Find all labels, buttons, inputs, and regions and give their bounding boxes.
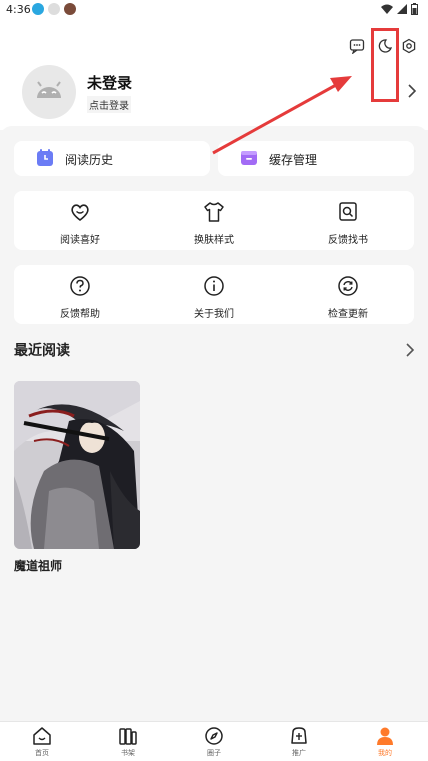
refresh-icon: [338, 276, 358, 296]
reading-preference-button[interactable]: 阅读喜好: [14, 201, 146, 246]
heart-smile-icon: [71, 204, 89, 222]
chevron-right-icon[interactable]: [405, 82, 419, 100]
tab-bookshelf[interactable]: 书架: [98, 726, 158, 758]
about-us-label: 关于我们: [194, 309, 234, 320]
book-cover-illustration: [14, 381, 140, 549]
annotation-highlight-box: [371, 28, 399, 102]
check-update-label: 检查更新: [328, 309, 368, 320]
skin-style-button[interactable]: 换肤样式: [148, 201, 280, 246]
robot-avatar-icon: [37, 81, 61, 98]
search-book-icon: [339, 202, 357, 221]
tab-circle-label: 圈子: [207, 749, 221, 757]
login-link[interactable]: 点击登录: [87, 96, 131, 113]
compass-icon: [205, 727, 223, 745]
check-update-button[interactable]: 检查更新: [282, 275, 414, 320]
feedback-help-label: 反馈帮助: [60, 309, 100, 320]
book-title[interactable]: 魔道祖师: [14, 557, 62, 574]
help-icon: [70, 276, 90, 296]
message-icon[interactable]: [349, 38, 365, 54]
status-bar: 4:36: [0, 0, 428, 20]
notification-shield-icon: [48, 3, 60, 15]
feedback-find-book-button[interactable]: 反馈找书: [282, 201, 414, 246]
info-icon: [204, 276, 224, 296]
settings-icon[interactable]: [401, 38, 417, 54]
signal-icon: [397, 4, 407, 14]
tab-promo-label: 推广: [292, 749, 306, 757]
tab-home[interactable]: 首页: [12, 726, 72, 758]
tab-circle[interactable]: 圈子: [184, 726, 244, 758]
book-cover[interactable]: [14, 381, 140, 549]
reading-history-button[interactable]: 阅读历史: [14, 141, 210, 176]
avatar[interactable]: [22, 65, 76, 119]
tab-promo[interactable]: 推广: [269, 726, 329, 758]
tab-home-label: 首页: [35, 749, 49, 757]
notification-icons: [32, 3, 76, 15]
preferences-card: 阅读喜好 换肤样式 反馈找书: [14, 191, 414, 250]
reading-preference-label: 阅读喜好: [60, 235, 100, 246]
cache-management-button[interactable]: 缓存管理: [218, 141, 414, 176]
help-card: 反馈帮助 关于我们 检查更新: [14, 265, 414, 324]
bookshelf-icon: [119, 728, 137, 745]
promo-icon: [291, 727, 307, 744]
notification-avatar-icon: [64, 3, 76, 15]
status-time: 4:36: [6, 3, 31, 16]
skin-style-label: 换肤样式: [194, 235, 234, 246]
about-us-button[interactable]: 关于我们: [148, 275, 280, 320]
shirt-icon: [204, 202, 224, 222]
tab-bookshelf-label: 书架: [121, 749, 135, 757]
home-icon: [33, 727, 51, 745]
cache-management-label: 缓存管理: [269, 153, 318, 167]
status-right: [381, 3, 418, 15]
notification-app-icon: [32, 3, 44, 15]
battery-icon: [411, 3, 418, 15]
wifi-icon: [381, 4, 393, 14]
reading-history-label: 阅读历史: [65, 153, 114, 167]
feedback-help-button[interactable]: 反馈帮助: [14, 275, 146, 320]
recent-reading-title: 最近阅读: [14, 343, 70, 359]
chevron-right-icon[interactable]: [404, 342, 416, 358]
username[interactable]: 未登录: [87, 72, 132, 93]
bottom-tab-bar: 首页 书架 圈子 推广 我的: [0, 721, 428, 761]
cache-icon: [241, 151, 257, 165]
tab-mine[interactable]: 我的: [355, 726, 415, 758]
user-icon: [377, 727, 393, 745]
tab-mine-label: 我的: [378, 749, 392, 757]
feedback-find-book-label: 反馈找书: [328, 235, 368, 246]
history-icon: [37, 149, 53, 166]
